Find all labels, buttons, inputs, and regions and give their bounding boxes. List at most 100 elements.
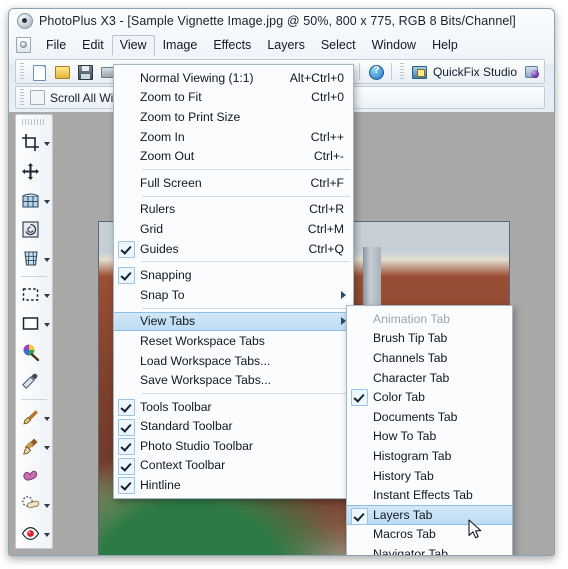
- submenu-item-histogram-tab[interactable]: Histogram Tab: [347, 446, 512, 466]
- chevron-down-icon[interactable]: [44, 446, 50, 450]
- submenu-item-documents-tab[interactable]: Documents Tab: [347, 407, 512, 427]
- clone-tool[interactable]: [16, 432, 52, 461]
- menu-item-reset-workspace-tabs[interactable]: Reset Workspace Tabs: [114, 331, 353, 351]
- menu-item-rulers[interactable]: Rulers Ctrl+R: [114, 200, 353, 220]
- photo-studio-toolbar-grip[interactable]: [399, 63, 404, 80]
- submenu-item-instant-effects-tab[interactable]: Instant Effects Tab: [347, 485, 512, 505]
- menu-item-label: View Tabs: [140, 314, 196, 329]
- quickfix-studio-icon-button[interactable]: [409, 62, 430, 82]
- submenu-item-history-tab[interactable]: History Tab: [347, 466, 512, 486]
- tools-toolbar-grip[interactable]: [22, 119, 46, 125]
- title-bar: PhotoPlus X3 - [Sample Vignette Image.jp…: [9, 9, 554, 32]
- submenu-item-channels-tab[interactable]: Channels Tab: [347, 348, 512, 368]
- menu-item-label: Brush Tip Tab: [373, 331, 448, 346]
- menu-item-zoom-to-print-size[interactable]: Zoom to Print Size: [114, 107, 353, 127]
- rectangle-shape-icon: [22, 317, 39, 330]
- rectangle-select-tool[interactable]: [16, 280, 52, 309]
- menu-layers[interactable]: Layers: [259, 35, 313, 56]
- mesh-warp-icon: [22, 193, 39, 208]
- chevron-down-icon[interactable]: [44, 504, 50, 508]
- chevron-down-icon[interactable]: [44, 200, 50, 204]
- clone-brush-icon: [23, 438, 38, 455]
- menu-item-hintline[interactable]: Hintline: [114, 475, 353, 495]
- checkmark-icon: [118, 457, 135, 475]
- submenu-item-color-tab[interactable]: Color Tab: [347, 387, 512, 407]
- new-document-button[interactable]: [29, 62, 50, 82]
- menu-file[interactable]: File: [38, 35, 74, 56]
- move-tool[interactable]: [16, 157, 52, 186]
- paintbrush-tool[interactable]: [16, 403, 52, 432]
- menu-item-snap-to[interactable]: Snap To: [114, 285, 353, 305]
- menu-item-snapping[interactable]: Snapping: [114, 265, 353, 285]
- save-document-button[interactable]: [75, 62, 96, 82]
- menu-view[interactable]: View: [111, 34, 155, 56]
- chevron-down-icon[interactable]: [44, 294, 50, 298]
- submenu-item-character-tab[interactable]: Character Tab: [347, 368, 512, 388]
- quickfix-studio-label[interactable]: QuickFix Studio: [431, 65, 521, 79]
- chevron-down-icon[interactable]: [44, 417, 50, 421]
- menu-edit[interactable]: Edit: [74, 35, 112, 56]
- document-menu-icon[interactable]: [16, 37, 31, 53]
- chevron-down-icon[interactable]: [44, 323, 50, 327]
- perspective-tool[interactable]: [16, 244, 52, 273]
- color-picker-tool[interactable]: [16, 338, 52, 367]
- shape-tool[interactable]: [16, 309, 52, 338]
- scroll-all-windows-checkbox[interactable]: [30, 90, 45, 105]
- open-document-button[interactable]: [52, 62, 73, 82]
- chevron-down-icon[interactable]: [44, 258, 50, 262]
- chevron-down-icon[interactable]: [44, 142, 50, 146]
- chevron-down-icon[interactable]: [44, 533, 50, 537]
- submenu-item-how-to-tab[interactable]: How To Tab: [347, 427, 512, 447]
- menu-item-guides[interactable]: Guides Ctrl+Q: [114, 239, 353, 259]
- menu-effects[interactable]: Effects: [205, 35, 259, 56]
- menu-item-label: Load Workspace Tabs...: [140, 353, 271, 368]
- menu-item-shortcut: Ctrl+M: [307, 221, 344, 236]
- patch-tool[interactable]: [16, 490, 52, 519]
- submenu-arrow-icon: [341, 290, 346, 299]
- menu-item-save-workspace-tabs[interactable]: Save Workspace Tabs...: [114, 370, 353, 390]
- menu-separator: [142, 195, 350, 197]
- submenu-item-macros-tab[interactable]: Macros Tab: [347, 525, 512, 545]
- menu-separator: [142, 168, 350, 170]
- submenu-item-navigator-tab[interactable]: Navigator Tab: [347, 544, 512, 555]
- menu-item-context-toolbar[interactable]: Context Toolbar: [114, 456, 353, 476]
- submenu-item-brush-tip-tab[interactable]: Brush Tip Tab: [347, 329, 512, 349]
- menu-help[interactable]: Help: [424, 35, 466, 56]
- menu-window[interactable]: Window: [364, 35, 424, 56]
- eraser-tool[interactable]: [16, 548, 52, 549]
- photo-studio-button[interactable]: [522, 62, 543, 82]
- menu-item-standard-toolbar[interactable]: Standard Toolbar: [114, 417, 353, 437]
- menu-item-full-screen[interactable]: Full Screen Ctrl+F: [114, 173, 353, 193]
- deform-tool[interactable]: [16, 215, 52, 244]
- menu-item-photo-studio-toolbar[interactable]: Photo Studio Toolbar: [114, 436, 353, 456]
- menu-item-normal-viewing[interactable]: Normal Viewing (1:1) Alt+Ctrl+0: [114, 68, 353, 88]
- eyedropper-tool[interactable]: [16, 367, 52, 396]
- menu-item-label: Photo Studio Toolbar: [140, 438, 253, 453]
- menu-item-zoom-out[interactable]: Zoom Out Ctrl+-: [114, 146, 353, 166]
- help-button[interactable]: [365, 62, 386, 82]
- menu-select[interactable]: Select: [313, 35, 364, 56]
- menu-item-shortcut: Ctrl+F: [310, 175, 344, 190]
- mesh-warp-tool[interactable]: [16, 186, 52, 215]
- context-toolbar-grip[interactable]: [20, 89, 24, 106]
- toolbar-grip[interactable]: [20, 63, 24, 80]
- menu-item-load-workspace-tabs[interactable]: Load Workspace Tabs...: [114, 351, 353, 371]
- red-eye-tool[interactable]: [16, 519, 52, 548]
- menu-item-zoom-to-fit[interactable]: Zoom to Fit Ctrl+0: [114, 88, 353, 108]
- checkmark-icon: [118, 477, 135, 495]
- crop-tool[interactable]: [16, 128, 52, 157]
- menu-image[interactable]: Image: [155, 35, 206, 56]
- checkmark-icon: [351, 507, 368, 525]
- menu-item-label: Color Tab: [373, 390, 425, 405]
- smudge-tool[interactable]: [16, 461, 52, 490]
- smudge-finger-icon: [23, 470, 38, 481]
- menu-item-zoom-in[interactable]: Zoom In Ctrl++: [114, 127, 353, 147]
- menu-item-view-tabs[interactable]: View Tabs: [114, 311, 353, 332]
- menu-item-grid[interactable]: Grid Ctrl+M: [114, 219, 353, 239]
- submenu-item-layers-tab[interactable]: Layers Tab: [347, 504, 512, 525]
- menu-item-tools-toolbar[interactable]: Tools Toolbar: [114, 397, 353, 417]
- perspective-grid-icon: [24, 251, 38, 266]
- menu-item-label: Zoom In: [140, 129, 185, 144]
- open-folder-icon: [55, 65, 70, 79]
- menu-item-label: Save Workspace Tabs...: [140, 373, 271, 388]
